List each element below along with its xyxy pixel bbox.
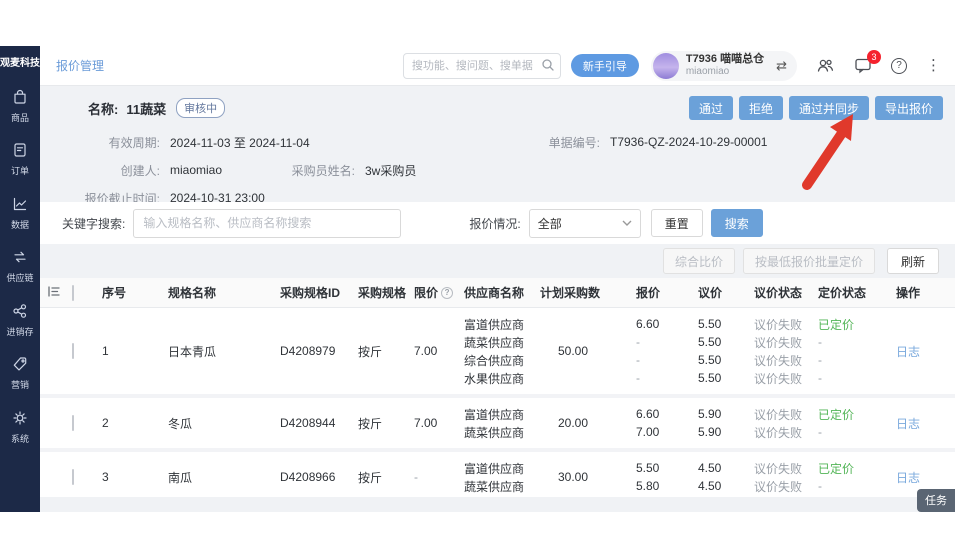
- keyword-search-input[interactable]: [133, 209, 401, 238]
- user-menu[interactable]: T7936 喵喵总仓 miaomiao ⇄: [651, 51, 797, 81]
- log-link[interactable]: 日志: [872, 469, 955, 486]
- bargain-list: 4.50 4.50: [678, 459, 730, 495]
- sidebar-item-inventory[interactable]: 进销存: [0, 293, 40, 346]
- doc-no-field: 单据编号: T7936-QZ-2024-10-29-00001: [500, 134, 767, 151]
- reset-button[interactable]: 重置: [651, 209, 703, 237]
- approve-sync-button[interactable]: 通过并同步: [789, 96, 869, 120]
- exchange-arrows-icon: [11, 248, 29, 271]
- sidebar-item-orders[interactable]: 订单: [0, 132, 40, 185]
- user-info: T7936 喵喵总仓 miaomiao: [686, 53, 764, 77]
- log-link[interactable]: 日志: [872, 415, 955, 432]
- messages-icon[interactable]: 3: [854, 57, 872, 74]
- quote-list: 6.60 7.00: [620, 405, 678, 441]
- breadcrumb[interactable]: 报价管理: [56, 57, 104, 74]
- keyword-label: 关键字搜索:: [62, 215, 125, 232]
- status-badge: 审核中: [176, 98, 225, 118]
- export-quotation-button[interactable]: 导出报价: [875, 96, 943, 120]
- help-icon[interactable]: ?: [891, 58, 907, 74]
- share-nodes-icon: [11, 302, 29, 325]
- batch-lowest-price-button[interactable]: 按最低报价批量定价: [743, 248, 875, 274]
- bargain-list: 5.50 5.50 5.50 5.50: [678, 315, 730, 387]
- table-row: 3 南瓜 D4208966 按斤 - 富道供应商 蔬菜供应商 30.00 5.5…: [40, 452, 955, 497]
- avatar: [653, 53, 679, 79]
- table-row: 2 冬瓜 D4208944 按斤 7.00 富道供应商 蔬菜供应商 20.00 …: [40, 398, 955, 452]
- content-area: 报价管理 新手引导 T7936 喵喵总仓 miaomiao: [40, 46, 955, 512]
- filter-bar: 关键字搜索: 报价情况: 全部 重置 搜索: [40, 202, 955, 244]
- sidebar-item-goods[interactable]: 商品: [0, 79, 40, 132]
- bargain-list: 5.90 5.90: [678, 405, 730, 441]
- customer-service-icon[interactable]: [816, 57, 835, 74]
- quotation-detail-section: 名称: 11蔬菜 审核中 通过 拒绝 通过并同步 导出报价 有效周期:: [40, 86, 955, 202]
- price-status-list: 已定价 -: [810, 459, 872, 495]
- table-toolbar: 综合比价 按最低报价批量定价 刷新: [40, 244, 955, 278]
- top-header-bar: 报价管理 新手引导 T7936 喵喵总仓 miaomiao: [40, 46, 955, 86]
- tag-icon: [11, 355, 29, 378]
- limit-price-help-icon[interactable]: ?: [441, 287, 453, 299]
- reject-button[interactable]: 拒绝: [739, 96, 783, 120]
- task-tab[interactable]: 任务: [917, 489, 955, 512]
- app-window: 观麦科技 商品 订单 数据: [0, 46, 955, 512]
- name-label: 名称:: [88, 99, 118, 118]
- select-all-checkbox[interactable]: [72, 285, 74, 301]
- gear-icon: [11, 409, 29, 432]
- search-icon[interactable]: [541, 58, 555, 77]
- quote-status-label: 报价情况:: [469, 215, 520, 232]
- sidebar-item-supply-chain[interactable]: 供应链: [0, 239, 40, 292]
- price-status-list: 已定价 -: [810, 405, 872, 441]
- valid-period-field: 有效周期: 2024-11-03 至 2024-11-04: [60, 134, 500, 151]
- bargain-status-list: 议价失败 议价失败: [730, 405, 810, 441]
- compare-price-button[interactable]: 综合比价: [663, 248, 735, 274]
- global-search-input[interactable]: [403, 53, 561, 79]
- search-button[interactable]: 搜索: [711, 209, 763, 237]
- title-actions: 通过 拒绝 通过并同步 导出报价: [689, 96, 943, 120]
- bargain-status-list: 议价失败 议价失败: [730, 459, 810, 495]
- chevron-down-icon: [622, 220, 632, 226]
- line-chart-icon: [11, 195, 29, 218]
- screen: 观麦科技 商品 订单 数据: [0, 0, 955, 555]
- shopping-bag-icon: [11, 88, 29, 111]
- header-right-group: 新手引导 T7936 喵喵总仓 miaomiao ⇄: [403, 51, 941, 81]
- more-menu-icon[interactable]: ⋮: [926, 58, 941, 73]
- price-status-list: 已定价 - - -: [810, 315, 872, 387]
- row-checkbox[interactable]: [72, 415, 74, 431]
- refresh-button[interactable]: 刷新: [887, 248, 939, 274]
- column-settings-icon[interactable]: [46, 284, 72, 302]
- brand-logo: 观麦科技: [0, 58, 40, 69]
- row-checkbox[interactable]: [72, 469, 74, 485]
- buyer-field: 采购员姓名: 3w采购员: [255, 162, 416, 179]
- quote-status-select[interactable]: 全部: [529, 209, 641, 238]
- sidebar-item-data[interactable]: 数据: [0, 186, 40, 239]
- approve-button[interactable]: 通过: [689, 96, 733, 120]
- sidebar-item-marketing[interactable]: 营销: [0, 346, 40, 399]
- quote-list: 6.60 - - -: [620, 315, 678, 387]
- bargain-status-list: 议价失败 议价失败 议价失败 议价失败: [730, 315, 810, 387]
- sidebar: 观麦科技 商品 订单 数据: [0, 46, 40, 512]
- supplier-list: 富道供应商 蔬菜供应商: [460, 459, 538, 495]
- main-panel: 名称: 11蔬菜 审核中 通过 拒绝 通过并同步 导出报价 有效周期:: [40, 86, 955, 512]
- creator-field: 创建人: miaomiao: [60, 162, 255, 179]
- newbie-guide-button[interactable]: 新手引导: [571, 54, 639, 77]
- switch-account-icon[interactable]: ⇄: [776, 58, 787, 74]
- order-document-icon: [11, 141, 29, 164]
- global-search: [403, 53, 561, 79]
- quotation-table: 序号 规格名称 采购规格ID 采购规格 限价? 供应商名称 计划采购数 报价 议…: [40, 278, 955, 497]
- sidebar-item-system[interactable]: 系统: [0, 400, 40, 453]
- quotation-name: 11蔬菜: [126, 99, 166, 118]
- table-header-row: 序号 规格名称 采购规格ID 采购规格 限价? 供应商名称 计划采购数 报价 议…: [40, 278, 955, 308]
- quote-list: 5.50 5.80: [620, 459, 678, 495]
- log-link[interactable]: 日志: [872, 343, 955, 360]
- row-checkbox[interactable]: [72, 343, 74, 359]
- message-count-badge: 3: [867, 50, 881, 64]
- supplier-list: 富道供应商 蔬菜供应商: [460, 405, 538, 441]
- supplier-list: 富道供应商 蔬菜供应商 综合供应商 水果供应商: [460, 315, 538, 387]
- table-row: 1 日本青瓜 D4208979 按斤 7.00 富道供应商 蔬菜供应商 综合供应…: [40, 308, 955, 398]
